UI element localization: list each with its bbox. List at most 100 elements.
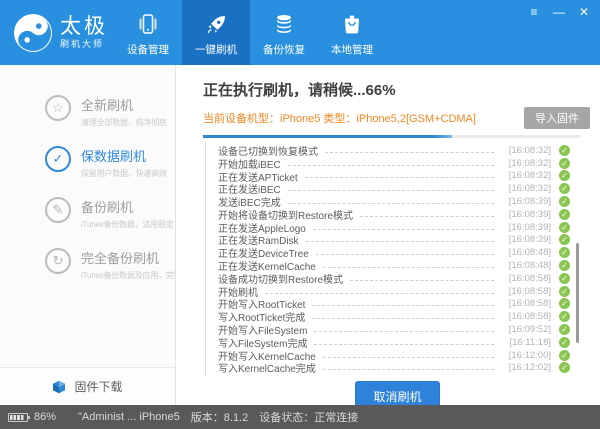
dotted-leader bbox=[288, 190, 494, 191]
flash-log-list: 设备已切换到恢复模式 [16:08:32] ✓ 开始加载iBEC [16:08:… bbox=[205, 142, 592, 376]
dotted-leader bbox=[312, 318, 494, 319]
sidebar-item[interactable]: ✎ 备份刷机 iTunes备份数据，适用稳定 bbox=[0, 197, 175, 227]
sidebar-item[interactable]: ↻ 完全备份刷机 iTunes备份数据及应用，完整全面 bbox=[0, 248, 175, 278]
progress-bar bbox=[203, 135, 580, 138]
sidebar-item-title: 全新刷机 bbox=[81, 95, 167, 114]
log-timestamp: [16:08:39] bbox=[501, 209, 551, 220]
dotted-leader bbox=[288, 165, 494, 166]
log-timestamp: [16:08:39] bbox=[501, 234, 551, 245]
success-check-icon: ✓ bbox=[559, 183, 570, 194]
dotted-leader bbox=[313, 229, 494, 230]
log-timestamp: [16:11:18] bbox=[501, 337, 551, 348]
compass-icon: ✎ bbox=[45, 197, 71, 223]
success-check-icon: ✓ bbox=[559, 247, 570, 258]
success-check-icon: ✓ bbox=[559, 170, 570, 181]
nav-tab[interactable]: 本地管理 bbox=[318, 0, 386, 65]
success-check-icon: ✓ bbox=[559, 209, 570, 220]
log-row: 写入KernelCache完成 [16:12:02] ✓ bbox=[218, 362, 570, 375]
dotted-leader bbox=[314, 331, 494, 332]
nav-tab-label: 设备管理 bbox=[127, 42, 169, 57]
dotted-leader bbox=[323, 369, 494, 370]
phone-icon bbox=[137, 12, 159, 36]
battery-percent: 86% bbox=[34, 411, 56, 423]
minimize-icon[interactable]: — bbox=[552, 5, 566, 19]
nav-tab-label: 一键刷机 bbox=[195, 42, 237, 57]
check-icon: ✓ bbox=[45, 146, 71, 172]
database-icon bbox=[273, 12, 295, 36]
star-icon: ☆ bbox=[45, 95, 71, 121]
log-timestamp: [16:08:58] bbox=[501, 311, 551, 322]
success-check-icon: ✓ bbox=[559, 311, 570, 322]
logo-title: 太极 bbox=[60, 16, 108, 37]
import-firmware-button[interactable]: 导入固件 bbox=[524, 107, 590, 129]
sidebar-item-title: 保数据刷机 bbox=[81, 146, 167, 165]
log-timestamp: [16:08:48] bbox=[501, 247, 551, 258]
success-check-icon: ✓ bbox=[559, 324, 570, 335]
log-timestamp: [16:08:48] bbox=[501, 260, 551, 271]
log-timestamp: [16:09:52] bbox=[501, 324, 551, 335]
success-check-icon: ✓ bbox=[559, 222, 570, 233]
firmware-download-button[interactable]: 固件下载 bbox=[0, 367, 175, 405]
dotted-leader bbox=[323, 357, 494, 358]
log-timestamp: [16:12:00] bbox=[501, 350, 551, 361]
log-timestamp: [16:08:39] bbox=[501, 222, 551, 233]
log-step-label: 写入KernelCache完成 bbox=[218, 360, 316, 375]
dotted-leader bbox=[305, 177, 494, 178]
dotted-leader bbox=[312, 305, 494, 306]
connected-device-name: "Administ ... iPhone5 bbox=[78, 411, 180, 423]
sidebar-item[interactable]: ✓ 保数据刷机 保留用户数据，快速高效 bbox=[0, 146, 175, 176]
cube-icon bbox=[52, 380, 66, 394]
log-timestamp: [16:08:58] bbox=[501, 273, 551, 284]
flash-progress-title: 正在执行刷机，请稍候...66% bbox=[203, 79, 592, 100]
logo-subtitle: 刷机大师 bbox=[60, 40, 108, 49]
sidebar-item-title: 备份刷机 bbox=[81, 197, 174, 216]
sidebar-item[interactable]: ☆ 全新刷机 清理全部数据，纯净彻底 bbox=[0, 95, 175, 125]
success-check-icon: ✓ bbox=[559, 350, 570, 361]
success-check-icon: ✓ bbox=[559, 145, 570, 156]
firmware-download-label: 固件下载 bbox=[74, 378, 122, 395]
menu-icon[interactable]: ≡ bbox=[527, 5, 541, 19]
dotted-leader bbox=[306, 241, 494, 242]
header-bar: 太极 刷机大师 设备管理 一键刷机 备份恢复 bbox=[0, 0, 600, 65]
success-check-icon: ✓ bbox=[559, 196, 570, 207]
log-timestamp: [16:08:39] bbox=[501, 196, 551, 207]
log-timestamp: [16:08:32] bbox=[501, 183, 551, 194]
refresh-icon: ↻ bbox=[45, 248, 71, 274]
app-logo: 太极 刷机大师 bbox=[0, 0, 114, 65]
dotted-leader bbox=[350, 280, 494, 281]
log-timestamp: [16:08:32] bbox=[501, 170, 551, 181]
battery-icon bbox=[8, 413, 28, 422]
window-controls: ≡ — ✕ bbox=[527, 5, 591, 19]
dotted-leader bbox=[325, 152, 494, 153]
log-row: 设备成功切换到Restore模式 [16:08:58] ✓ bbox=[218, 272, 570, 285]
sidebar-item-subtitle: iTunes备份数据及应用，完整全面 bbox=[81, 270, 176, 281]
log-scrollbar[interactable] bbox=[576, 243, 579, 343]
nav-tab[interactable]: 一键刷机 bbox=[182, 0, 250, 65]
sidebar-item-subtitle: iTunes备份数据，适用稳定 bbox=[81, 219, 174, 230]
sidebar-item-subtitle: 清理全部数据，纯净彻底 bbox=[81, 117, 167, 128]
log-timestamp: [16:08:32] bbox=[501, 158, 551, 169]
cancel-flash-button[interactable]: 取消刷机 bbox=[355, 381, 439, 405]
taiji-logo-icon bbox=[13, 13, 53, 53]
nav-tab[interactable]: 设备管理 bbox=[114, 0, 182, 65]
rocket-icon bbox=[205, 12, 228, 36]
close-icon[interactable]: ✕ bbox=[577, 5, 591, 19]
log-timestamp: [16:08:58] bbox=[501, 298, 551, 309]
status-bar: 86% "Administ ... iPhone5 版本：8.1.2 设备状态：… bbox=[0, 405, 600, 429]
success-check-icon: ✓ bbox=[559, 273, 570, 284]
log-timestamp: [16:08:32] bbox=[501, 145, 551, 156]
dotted-leader bbox=[323, 267, 494, 268]
success-check-icon: ✓ bbox=[559, 234, 570, 245]
app-window: 太极 刷机大师 设备管理 一键刷机 备份恢复 bbox=[0, 0, 600, 429]
dotted-leader bbox=[265, 293, 494, 294]
success-check-icon: ✓ bbox=[559, 260, 570, 271]
success-check-icon: ✓ bbox=[559, 286, 570, 297]
success-check-icon: ✓ bbox=[559, 362, 570, 373]
success-check-icon: ✓ bbox=[559, 298, 570, 309]
dotted-leader bbox=[288, 203, 494, 204]
success-check-icon: ✓ bbox=[559, 337, 570, 348]
nav-tab[interactable]: 备份恢复 bbox=[250, 0, 318, 65]
dotted-leader bbox=[314, 344, 494, 345]
log-timestamp: [16:08:58] bbox=[501, 286, 551, 297]
dotted-leader bbox=[360, 216, 494, 217]
